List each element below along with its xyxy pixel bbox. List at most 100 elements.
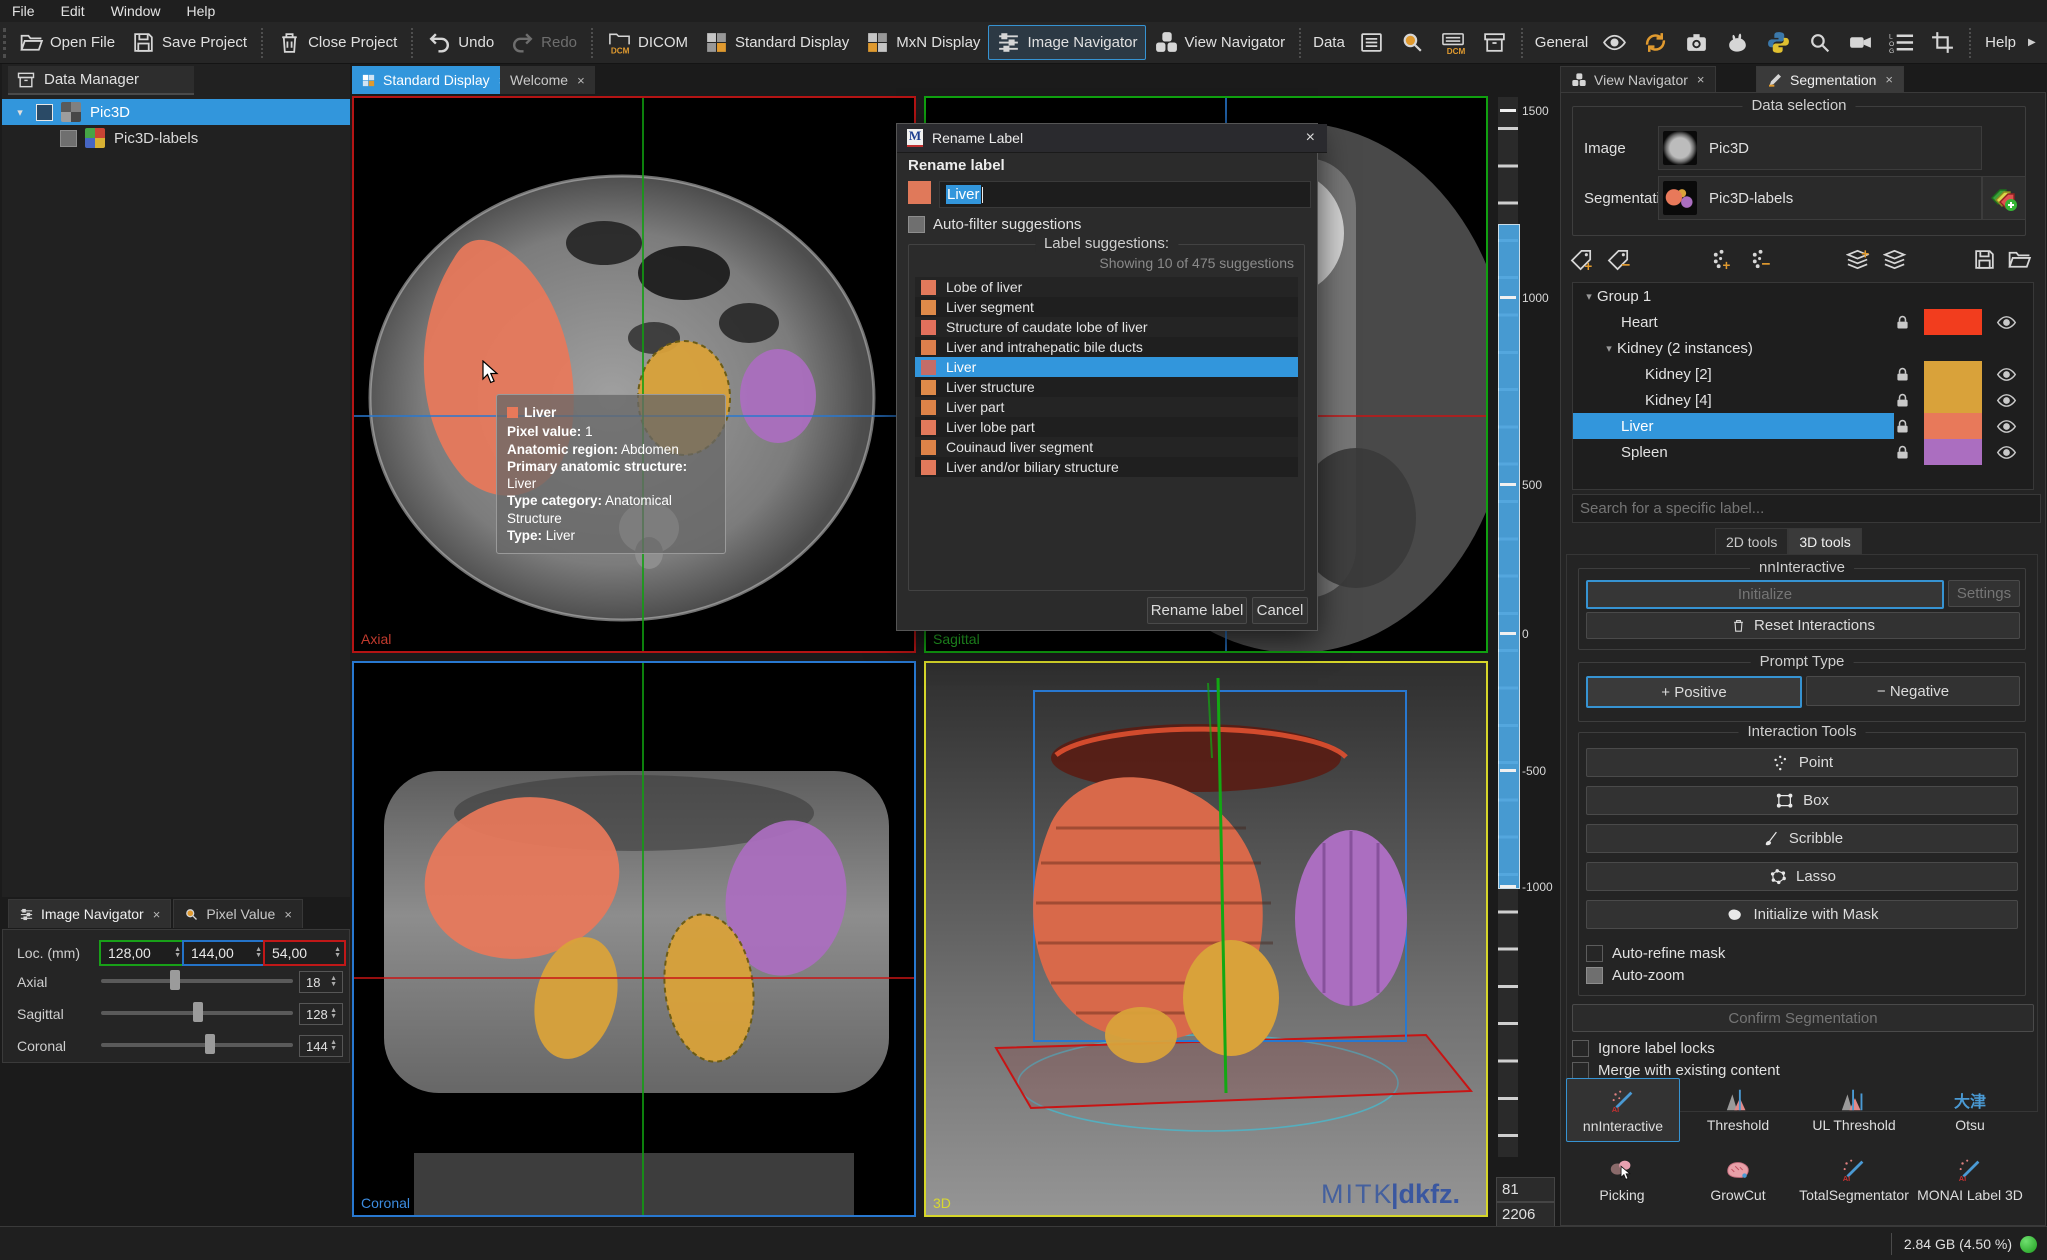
spin-arrows[interactable]: ▲▼ [330,976,340,988]
location-z-spinbox[interactable]: 54,00 ▲▼ [263,940,346,966]
close-project-button[interactable]: Close Project [269,25,405,60]
close-icon[interactable]: × [1697,72,1705,87]
expander-icon[interactable]: ▾ [1581,290,1597,303]
slider-handle[interactable] [205,1034,215,1054]
surface-button[interactable] [1717,25,1758,60]
box-tool-button[interactable]: Box [1586,786,2018,815]
label-search-input[interactable] [1572,494,2041,523]
tab-image-navigator[interactable]: Image Navigator × [8,899,171,928]
load-labels-button[interactable] [2007,247,2032,272]
dicom-button[interactable]: DCM DICOM [599,25,696,60]
label-name-input[interactable]: Liver [939,181,1311,208]
tool-nninteractive[interactable]: AI nnInteractive [1566,1078,1680,1142]
tree-row-heart[interactable]: Heart [1573,309,2033,335]
mxn-display-button[interactable]: MxN Display [857,25,988,60]
reinit-button[interactable] [1635,25,1676,60]
lock-icon[interactable] [1894,418,1911,435]
scribble-tool-button[interactable]: Scribble [1586,824,2018,853]
remove-instance-button[interactable]: − [1749,247,1774,272]
spin-arrows[interactable]: ▲▼ [330,1040,340,1052]
tab-pixel-value[interactable]: Pixel Value × [173,899,303,928]
suggestion-row[interactable]: Liver lobe part [915,417,1298,437]
eye-icon[interactable] [1996,364,2017,385]
data-search-button[interactable] [1392,25,1433,60]
suggestion-row[interactable]: Liver and intrahepatic bile ducts [915,337,1298,357]
tool-totalsegmentator[interactable]: AI TotalSegmentator [1798,1148,1910,1210]
confirm-segmentation-button[interactable]: Confirm Segmentation [1572,1004,2034,1032]
close-icon[interactable]: × [577,73,585,88]
menu-help[interactable]: Help [186,1,227,21]
rename-label-button[interactable]: Rename label [1147,597,1247,624]
magnifier-button[interactable] [1799,25,1840,60]
add-label-button[interactable]: + [1570,247,1595,272]
save-labels-button[interactable] [1972,247,1997,272]
image-selector[interactable]: Pic3D [1658,126,1982,170]
menu-window[interactable]: Window [111,1,173,21]
tool-picking[interactable]: Picking [1566,1148,1678,1210]
eye-icon[interactable] [1996,416,2017,437]
visibility-checkbox[interactable] [36,104,53,121]
visibility-checkbox[interactable] [60,130,77,147]
suggestion-row[interactable]: Liver segment [915,297,1298,317]
screenshot-button[interactable] [1676,25,1717,60]
image-navigator-button[interactable]: Image Navigator [988,25,1145,60]
standard-display-button[interactable]: Standard Display [696,25,857,60]
close-icon[interactable]: × [284,907,292,922]
log-button[interactable]: LOG [1881,25,1922,60]
tab-standard-display[interactable]: Standard Display × [352,66,515,94]
suggestion-row[interactable]: Liver and/or biliary structure [915,457,1298,477]
tool-ul-threshold[interactable]: UL Threshold [1798,1078,1910,1140]
data-manager-tab[interactable]: Data Manager [8,66,194,95]
add-instance-button[interactable]: + [1710,247,1735,272]
undo-button[interactable]: Undo [419,25,502,60]
visibility-button[interactable] [1594,25,1635,60]
lock-icon[interactable] [1894,314,1911,331]
slider-handle[interactable] [193,1002,203,1022]
auto-refine-checkbox[interactable] [1586,945,1603,962]
eye-icon[interactable] [1996,442,2017,463]
coronal-value-spinbox[interactable]: 144 ▲▼ [299,1035,343,1057]
data-list-button[interactable] [1351,25,1392,60]
spin-arrows[interactable]: ▲▼ [334,947,344,959]
suggestion-row[interactable]: Liver part [915,397,1298,417]
location-y-spinbox[interactable]: 144,00 ▲▼ [182,940,267,966]
eye-icon[interactable] [1996,390,2017,411]
label-color-swatch[interactable] [1924,413,1982,439]
spin-arrows[interactable]: ▲▼ [330,1008,340,1020]
menu-file[interactable]: File [12,1,47,21]
level-window-range-bar[interactable] [1498,224,1520,889]
merge-existing-checkbox[interactable] [1572,1062,1589,1079]
settings-button[interactable]: Settings [1948,580,2020,607]
cancel-button[interactable]: Cancel [1252,597,1308,624]
initialize-with-mask-button[interactable]: Initialize with Mask [1586,900,2018,929]
label-color-swatch[interactable] [1924,387,1982,413]
coronal-slider[interactable] [101,1034,293,1056]
data-archive-button[interactable] [1474,25,1515,60]
axial-value-spinbox[interactable]: 18 ▲▼ [299,971,343,993]
lock-icon[interactable] [1894,366,1911,383]
open-file-button[interactable]: Open File [11,25,123,60]
movie-maker-button[interactable] [1840,25,1881,60]
viewport-3d[interactable]: MITK|dkfz. 3D [924,661,1488,1217]
point-tool-button[interactable]: Point [1586,748,2018,777]
dicom-search-button[interactable]: DCM [1433,25,1474,60]
ignore-label-locks-checkbox[interactable] [1572,1040,1589,1057]
tree-row-liver-selected[interactable]: Liver [1573,413,2033,439]
tab-segmentation[interactable]: Segmentation × [1756,66,1904,92]
crop-button[interactable] [1922,25,1963,60]
python-button[interactable] [1758,25,1799,60]
label-color-swatch[interactable] [1924,361,1982,387]
lasso-tool-button[interactable]: Lasso [1586,862,2018,891]
menu-edit[interactable]: Edit [61,1,97,21]
save-project-button[interactable]: Save Project [123,25,255,60]
axial-slider[interactable] [101,970,293,992]
reset-interactions-button[interactable]: Reset Interactions [1586,612,2020,639]
suggestion-row-selected[interactable]: Liver [915,357,1298,377]
tab-welcome[interactable]: Welcome × [500,66,595,94]
lock-icon[interactable] [1894,444,1911,461]
window-value-field[interactable]: 2206 [1496,1202,1555,1227]
segmentation-selector[interactable]: Pic3D-labels [1658,176,1982,220]
tab-3d-tools[interactable]: 3D tools [1788,528,1861,555]
eye-icon[interactable] [1996,312,2017,333]
suggestion-row[interactable]: Couinaud liver segment [915,437,1298,457]
